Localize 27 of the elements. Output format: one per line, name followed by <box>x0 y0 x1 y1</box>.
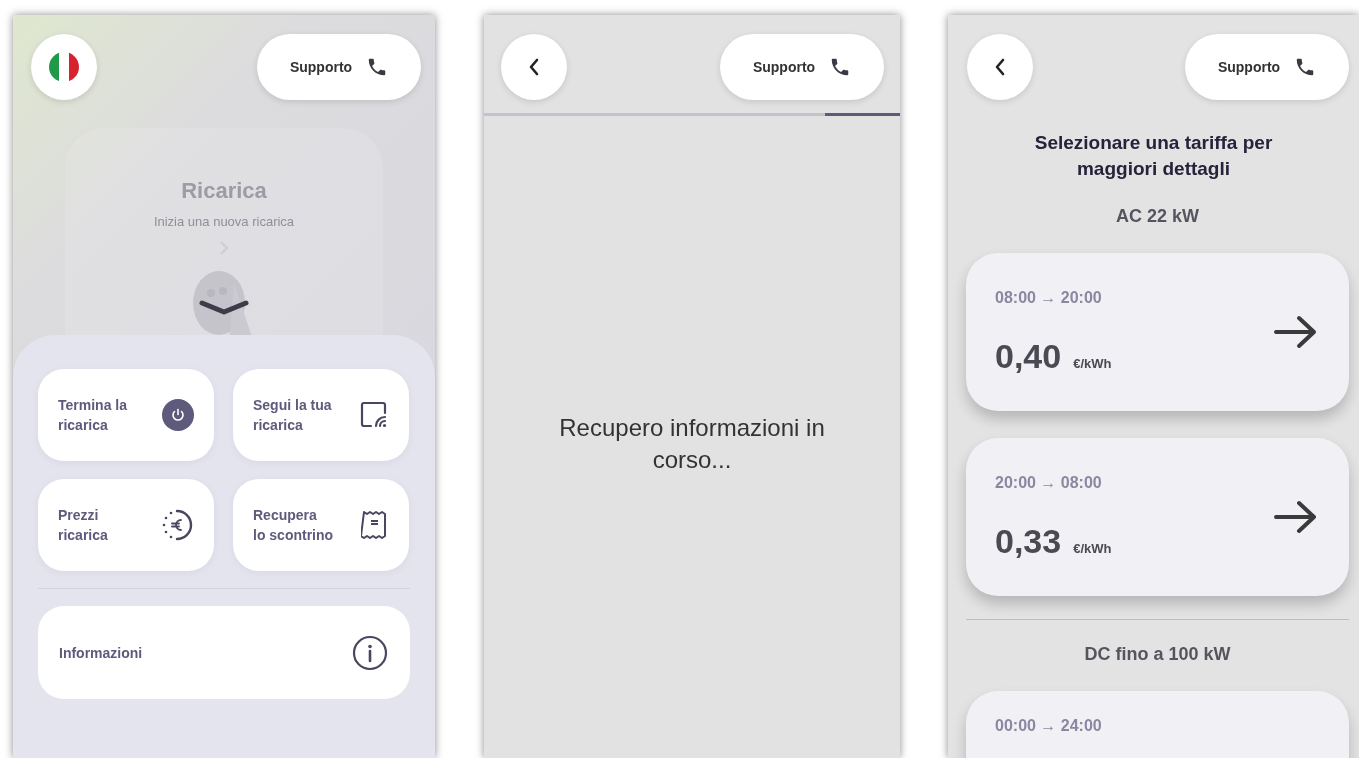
action-tile[interactable]: Prezzi ricarica <box>38 479 214 571</box>
euro-cycle-icon <box>160 508 194 542</box>
arrow-right-icon <box>1273 499 1319 535</box>
support-button[interactable]: Supporto <box>1185 33 1349 100</box>
section-heading: DC fino a 100 kW <box>1083 644 1232 665</box>
card-subtitle: Inizia una nuova ricarica <box>153 214 295 229</box>
action-tile[interactable]: Segui la tua ricarica <box>233 369 409 461</box>
info-button[interactable]: Informazioni <box>38 606 410 699</box>
loading-message: Recupero informazioni in corso... <box>558 413 826 475</box>
action-tile[interactable]: Termina la ricarica <box>38 369 214 461</box>
support-button[interactable]: Supporto <box>720 33 884 100</box>
support-button[interactable]: Supporto <box>257 33 421 100</box>
italian-flag-icon[interactable] <box>31 33 97 100</box>
power-icon <box>162 399 194 431</box>
tariff-card[interactable]: 08:00 → 20:00 0,40 €/kWh <box>966 253 1349 411</box>
arrow-right-icon <box>1273 314 1319 350</box>
page-title: Selezionare una tariffa per maggiori dettagli <box>1033 131 1274 181</box>
card-title: Ricarica <box>181 178 267 204</box>
receipt-icon <box>361 509 389 541</box>
collapse-chevron-icon[interactable] <box>199 299 249 315</box>
back-chevron-icon <box>994 57 1006 76</box>
screen-signal-icon <box>359 400 389 430</box>
info-icon <box>352 634 388 671</box>
section-heading: AC 22 kW <box>1115 206 1200 227</box>
action-tile[interactable]: Recupera lo scontrino <box>233 479 409 571</box>
back-chevron-icon <box>528 57 540 76</box>
tariff-card[interactable]: 20:00 → 08:00 0,33 €/kWh <box>966 438 1349 596</box>
